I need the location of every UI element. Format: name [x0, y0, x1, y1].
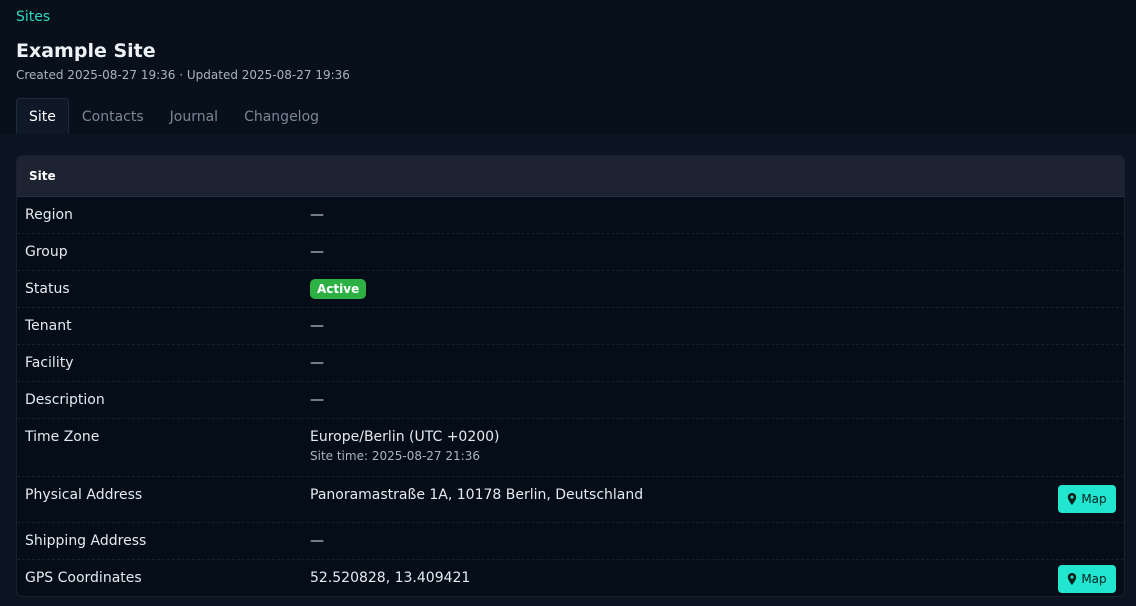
row-label: Status [25, 281, 70, 297]
row-value: — [310, 207, 324, 223]
row-value: — [310, 355, 324, 371]
row-physical-address: Physical Address Panoramastraße 1A, 1017… [17, 477, 1124, 523]
row-value: 52.520828, 13.409421 [310, 570, 471, 586]
row-label: Tenant [25, 318, 72, 334]
map-button-address[interactable]: Map [1058, 485, 1116, 513]
row-label: GPS Coordinates [25, 570, 142, 586]
map-pin-icon [1068, 493, 1077, 505]
row-label: Facility [25, 355, 74, 371]
row-group: Group — [17, 234, 1124, 271]
tab-bar: Site Contacts Journal Changelog [16, 98, 1120, 136]
row-facility: Facility — [17, 345, 1124, 382]
row-shipping-address: Shipping Address — [17, 523, 1124, 560]
page-meta: Created 2025-08-27 19:36 · Updated 2025-… [16, 68, 350, 82]
site-card: Site Region — Group — Status Active Tena… [16, 155, 1125, 597]
row-tenant: Tenant — [17, 308, 1124, 345]
page-header: Sites Example Site Created 2025-08-27 19… [0, 0, 1136, 136]
page-title: Example Site [16, 40, 156, 62]
row-time-zone: Time Zone Europe/Berlin (UTC +0200) Site… [17, 419, 1124, 477]
tab-content: Site Region — Group — Status Active Tena… [0, 134, 1136, 606]
row-region: Region — [17, 197, 1124, 234]
tab-changelog[interactable]: Changelog [231, 98, 332, 136]
row-label: Shipping Address [25, 533, 147, 549]
row-label: Group [25, 244, 68, 260]
site-time: Site time: 2025-08-27 21:36 [310, 449, 480, 463]
map-button-label: Map [1081, 492, 1107, 506]
map-button-label: Map [1081, 572, 1107, 586]
row-description: Description — [17, 382, 1124, 419]
time-zone-value: Europe/Berlin (UTC +0200) [310, 429, 500, 445]
row-gps-coordinates: GPS Coordinates 52.520828, 13.409421 Map [17, 560, 1124, 596]
row-label: Physical Address [25, 487, 143, 503]
map-pin-icon [1068, 573, 1077, 585]
row-label: Description [25, 392, 105, 408]
row-value: — [310, 244, 324, 260]
row-value: Active [310, 271, 1124, 307]
tab-journal[interactable]: Journal [157, 98, 231, 136]
row-status: Status Active [17, 271, 1124, 308]
row-value: — [310, 533, 324, 549]
card-title: Site [17, 156, 1124, 197]
row-value: Panoramastraße 1A, 10178 Berlin, Deutsch… [310, 487, 644, 503]
row-label: Region [25, 207, 73, 223]
row-value: — [310, 318, 324, 334]
breadcrumb-sites[interactable]: Sites [16, 0, 1120, 27]
map-button-gps[interactable]: Map [1058, 565, 1116, 593]
tab-contacts[interactable]: Contacts [69, 98, 157, 136]
row-label: Time Zone [25, 429, 100, 445]
tab-site[interactable]: Site [16, 98, 69, 136]
status-badge: Active [310, 279, 367, 299]
row-value: — [310, 392, 324, 408]
row-value: Europe/Berlin (UTC +0200) Site time: 202… [310, 419, 1124, 476]
